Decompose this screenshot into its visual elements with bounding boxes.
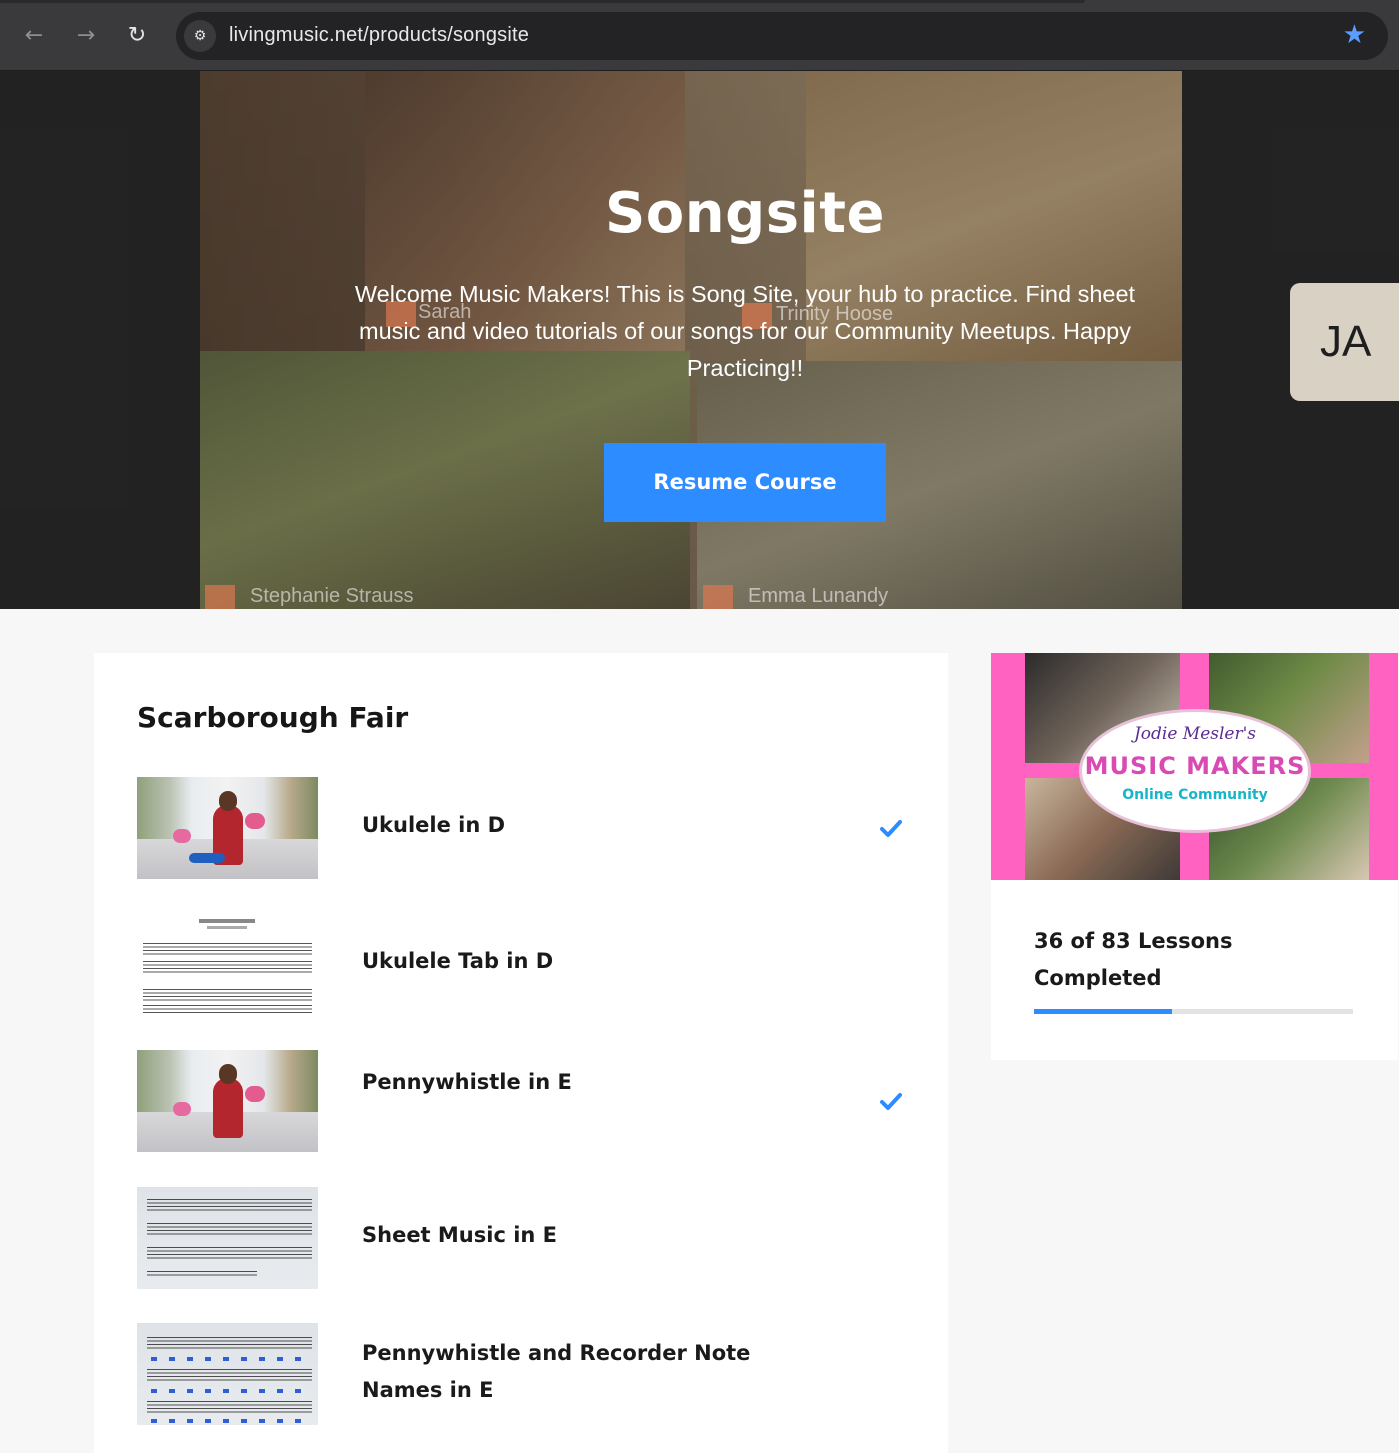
- music-makers-promo-image: Jodie Mesler's MUSIC MAKERS Online Commu…: [991, 653, 1398, 880]
- mute-icon: [703, 585, 733, 609]
- lesson-item[interactable]: Ukulele Tab in D: [137, 913, 917, 1015]
- hero-description: Welcome Music Makers! This is Song Site,…: [354, 281, 1136, 381]
- tab-strip-edge: [0, 0, 1085, 3]
- logo-brand-text: MUSIC MAKERS: [1084, 752, 1306, 780]
- section-title: Scarborough Fair: [137, 701, 409, 734]
- lesson-thumbnail[interactable]: [137, 1050, 318, 1152]
- lesson-title[interactable]: Pennywhistle and Recorder Note Names in …: [362, 1335, 762, 1409]
- lesson-item[interactable]: Pennywhistle and Recorder Note Names in …: [137, 1323, 917, 1425]
- lesson-thumbnail[interactable]: [137, 913, 318, 1015]
- video-name-label: Stephanie Strauss: [250, 585, 414, 607]
- forward-arrow-icon[interactable]: →: [70, 20, 102, 52]
- lesson-title[interactable]: Pennywhistle in E: [362, 1064, 782, 1101]
- lesson-thumbnail[interactable]: [137, 1187, 318, 1289]
- resume-course-button[interactable]: Resume Course: [604, 443, 886, 522]
- lessons-completed-text: 36 of 83 Lessons Completed: [1034, 929, 1233, 990]
- address-bar[interactable]: ⚙ livingmusic.net/products/songsite ★: [176, 12, 1388, 60]
- lesson-thumbnail[interactable]: [137, 1323, 318, 1425]
- hero-banner: Sarah Trinity Hoose Stephanie Strauss Em…: [0, 71, 1399, 609]
- mute-icon: [205, 585, 235, 609]
- lesson-item[interactable]: Ukulele in D: [137, 777, 917, 879]
- course-progress-fill: [1034, 1009, 1173, 1014]
- browser-toolbar: ← → ↻ ⚙ livingmusic.net/products/songsit…: [0, 0, 1399, 71]
- completed-check-icon: [880, 820, 902, 837]
- video-name-label: Emma Lunandy: [748, 585, 889, 607]
- back-arrow-icon[interactable]: ←: [18, 20, 50, 52]
- lesson-item[interactable]: Sheet Music in E: [137, 1187, 917, 1289]
- bookmark-star-icon[interactable]: ★: [1343, 21, 1366, 49]
- progress-card: Jodie Mesler's MUSIC MAKERS Online Commu…: [991, 653, 1398, 1060]
- reload-icon[interactable]: ↻: [121, 20, 153, 52]
- logo-tagline: Online Community: [1122, 787, 1268, 803]
- url-text[interactable]: livingmusic.net/products/songsite: [229, 24, 529, 47]
- participant-initials-tile: JA: [1290, 283, 1399, 401]
- course-progress-bar: [1034, 1009, 1353, 1014]
- lesson-title[interactable]: Sheet Music in E: [362, 1217, 782, 1254]
- page-title: Songsite: [604, 181, 886, 246]
- site-info-icon[interactable]: ⚙: [184, 20, 216, 52]
- music-makers-logo: Jodie Mesler's MUSIC MAKERS Online Commu…: [1079, 709, 1311, 833]
- course-section-card: Scarborough Fair Ukulele in D Ukulele Ta…: [94, 653, 948, 1453]
- lesson-title[interactable]: Ukulele Tab in D: [362, 943, 782, 980]
- completed-check-icon: [880, 1093, 902, 1110]
- lesson-item[interactable]: Pennywhistle in E: [137, 1050, 917, 1152]
- logo-script-text: Jodie Mesler's: [1133, 724, 1257, 744]
- lesson-title[interactable]: Ukulele in D: [362, 807, 782, 844]
- lesson-thumbnail[interactable]: [137, 777, 318, 879]
